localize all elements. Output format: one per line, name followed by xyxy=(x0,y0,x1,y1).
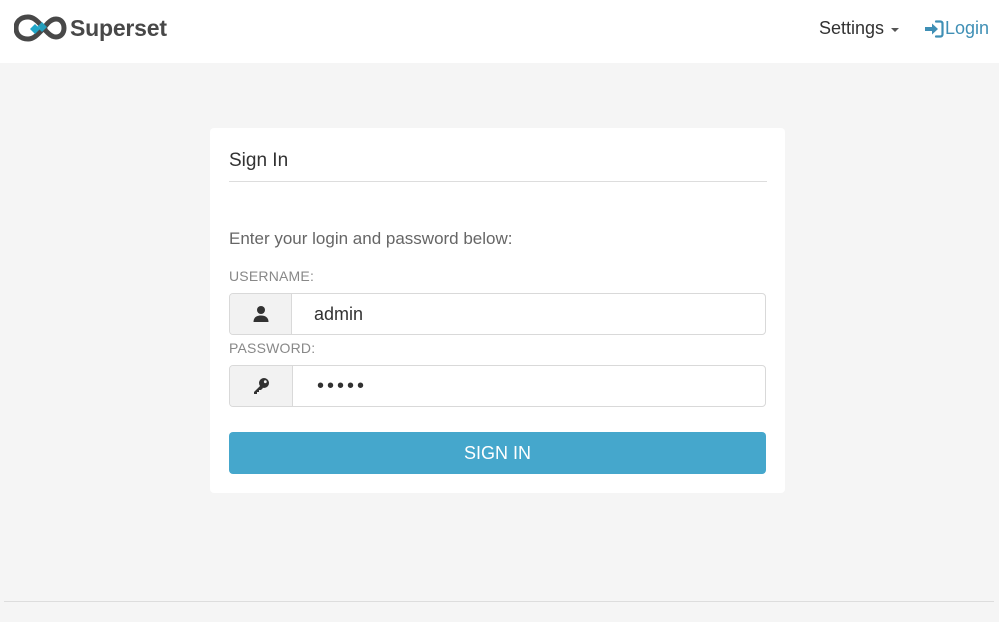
password-addon xyxy=(230,366,293,406)
settings-label: Settings xyxy=(819,18,885,38)
top-navbar: Superset Settings Login xyxy=(0,0,999,63)
key-icon xyxy=(254,378,269,394)
username-field-group xyxy=(229,293,766,335)
settings-menu[interactable]: Settings xyxy=(819,18,900,39)
sign-in-button[interactable]: SIGN IN xyxy=(229,432,766,474)
brand-name: Superset xyxy=(70,14,167,41)
password-label: PASSWORD: xyxy=(229,340,316,356)
card-title: Sign In xyxy=(229,150,289,171)
login-label: Login xyxy=(945,18,990,38)
password-field-group xyxy=(229,365,766,407)
sign-in-icon xyxy=(925,19,944,38)
username-addon xyxy=(230,294,292,334)
password-input[interactable] xyxy=(293,366,765,406)
caret-down-icon xyxy=(891,27,900,32)
username-input[interactable] xyxy=(292,294,765,334)
login-card: Sign In Enter your login and password be… xyxy=(210,128,785,493)
username-label: USERNAME: xyxy=(229,268,315,284)
login-instructions: Enter your login and password below: xyxy=(229,229,513,248)
title-divider xyxy=(229,181,767,182)
brand[interactable]: Superset xyxy=(14,13,167,43)
footer-divider xyxy=(4,601,994,602)
login-link[interactable]: Login xyxy=(924,18,989,39)
superset-logo-icon xyxy=(14,14,67,42)
user-icon xyxy=(253,306,268,322)
